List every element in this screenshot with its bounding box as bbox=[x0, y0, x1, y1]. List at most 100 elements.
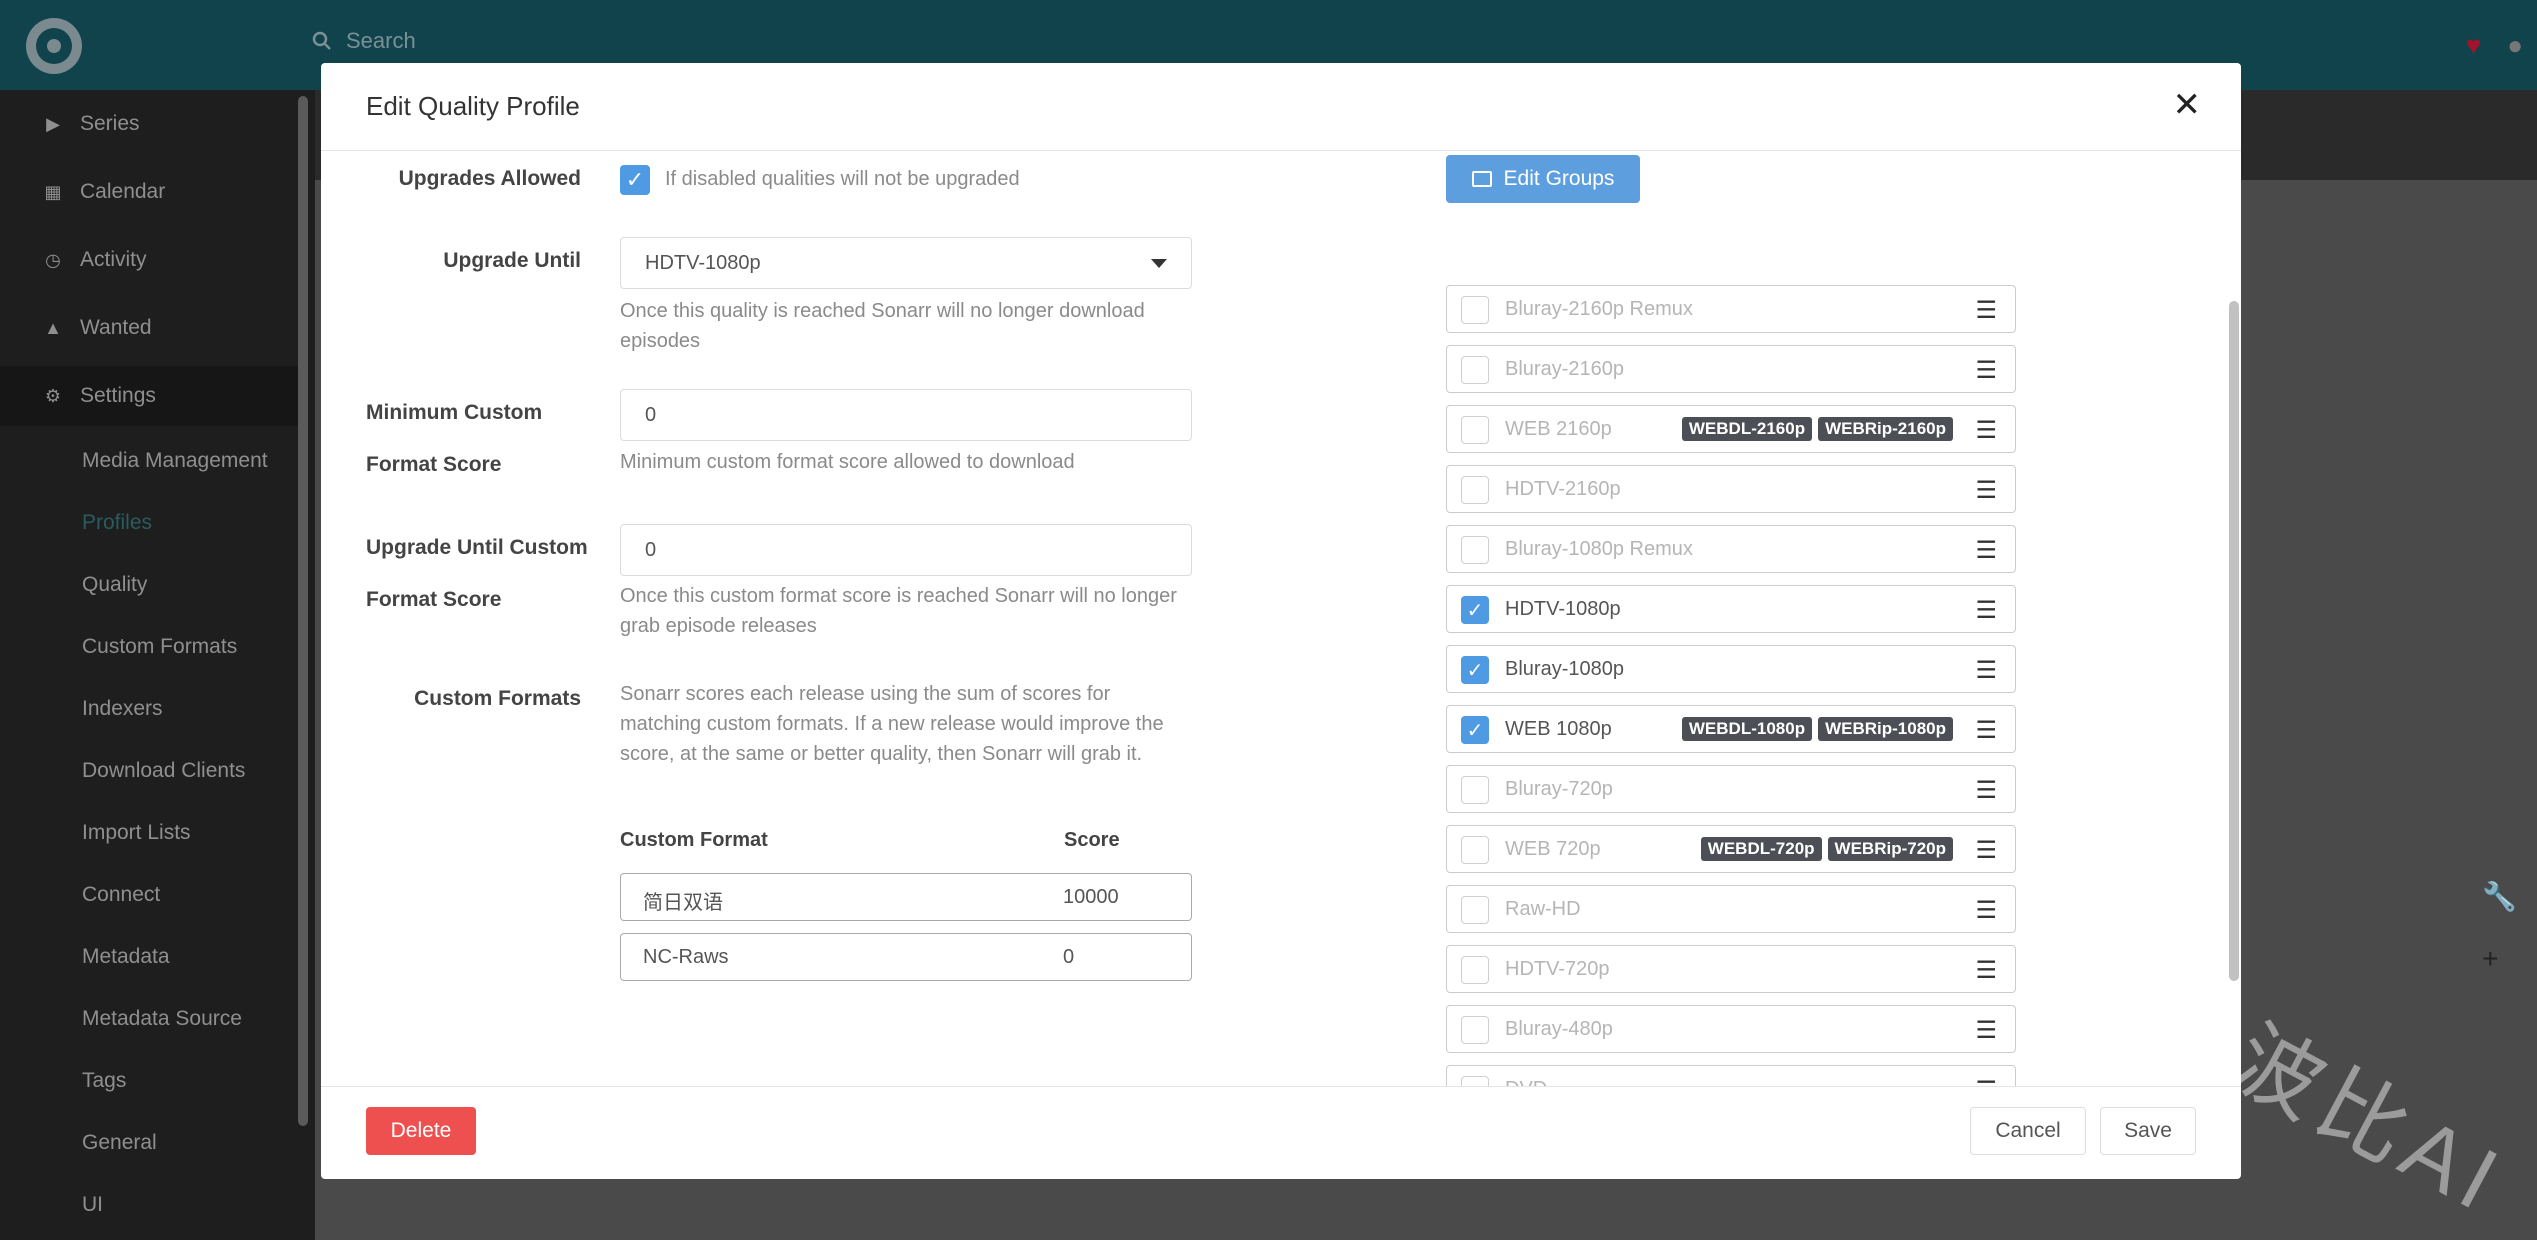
sidebar-subitem-import-lists[interactable]: Import Lists bbox=[82, 821, 191, 845]
modal-header: Edit Quality Profile ✕ bbox=[321, 63, 2241, 151]
drag-handle-icon[interactable]: ☰ bbox=[1975, 1016, 1997, 1045]
quality-checkbox[interactable] bbox=[1461, 956, 1489, 984]
sidebar-item-activity[interactable]: ◷ Activity bbox=[0, 230, 300, 290]
sidebar-subitem-quality[interactable]: Quality bbox=[82, 573, 147, 597]
quality-item[interactable]: ✓ HDTV-1080p ☰ bbox=[1446, 585, 2016, 633]
sidebar-subitem-media-management[interactable]: Media Management bbox=[82, 449, 268, 473]
sidebar-subitem-profiles[interactable]: Profiles bbox=[82, 511, 152, 535]
quality-tag: WEBRip-1080p bbox=[1818, 717, 1953, 741]
quality-checkbox[interactable] bbox=[1461, 296, 1489, 324]
sidebar-subitem-custom-formats[interactable]: Custom Formats bbox=[82, 635, 237, 659]
quality-name: Bluray-1080p bbox=[1505, 658, 1624, 680]
quality-checkbox[interactable]: ✓ bbox=[1461, 596, 1489, 624]
drag-handle-icon[interactable]: ☰ bbox=[1975, 536, 1997, 565]
sidebar-item-wanted[interactable]: ▲ Wanted bbox=[0, 298, 300, 358]
sidebar-item-label: Series bbox=[80, 112, 140, 135]
quality-item[interactable]: ✓ Bluray-1080p ☰ bbox=[1446, 645, 2016, 693]
drag-handle-icon[interactable]: ☰ bbox=[1975, 776, 1997, 805]
search-input[interactable]: Search bbox=[346, 28, 416, 54]
quality-checkbox[interactable] bbox=[1461, 1076, 1489, 1086]
sidebar-item-series[interactable]: ▶ Series bbox=[0, 94, 300, 154]
drag-handle-icon[interactable]: ☰ bbox=[1975, 596, 1997, 625]
quality-item[interactable]: Bluray-2160p Remux ☰ bbox=[1446, 285, 2016, 333]
sidebar-subitem-metadata-source[interactable]: Metadata Source bbox=[82, 1007, 242, 1031]
drag-handle-icon[interactable]: ☰ bbox=[1975, 656, 1997, 685]
edit-groups-button[interactable]: Edit Groups bbox=[1446, 155, 1640, 203]
image-icon bbox=[1471, 171, 1492, 187]
warning-icon: ▲ bbox=[44, 317, 62, 338]
sidebar-subitem-general[interactable]: General bbox=[82, 1131, 157, 1155]
quality-checkbox[interactable]: ✓ bbox=[1461, 656, 1489, 684]
drag-handle-icon[interactable]: ☰ bbox=[1975, 716, 1997, 745]
quality-item[interactable]: Bluray-480p ☰ bbox=[1446, 1005, 2016, 1053]
drag-handle-icon[interactable]: ☰ bbox=[1975, 1076, 1997, 1086]
upgrade-until-label: Upgrade Until bbox=[443, 249, 581, 272]
quality-checkbox[interactable]: ✓ bbox=[1461, 716, 1489, 744]
search-bar[interactable]: Search bbox=[312, 28, 416, 54]
quality-checkbox[interactable] bbox=[1461, 356, 1489, 384]
edit-groups-label: Edit Groups bbox=[1503, 167, 1615, 190]
quality-item[interactable]: Bluray-720p ☰ bbox=[1446, 765, 2016, 813]
close-icon[interactable]: ✕ bbox=[2173, 85, 2202, 125]
upgrade-until-select[interactable]: HDTV-1080p bbox=[620, 237, 1192, 289]
quality-item[interactable]: WEB 720p WEBDL-720p WEBRip-720p ☰ bbox=[1446, 825, 2016, 873]
save-button[interactable]: Save bbox=[2100, 1107, 2196, 1155]
upgrade-until-cf-score-input[interactable]: 0 bbox=[620, 524, 1192, 576]
quality-name: HDTV-1080p bbox=[1505, 598, 1621, 620]
quality-checkbox[interactable] bbox=[1461, 896, 1489, 924]
quality-checkbox[interactable] bbox=[1461, 536, 1489, 564]
quality-item[interactable]: ✓ WEB 1080p WEBDL-1080p WEBRip-1080p ☰ bbox=[1446, 705, 2016, 753]
drag-handle-icon[interactable]: ☰ bbox=[1975, 356, 1997, 385]
sidebar-subitem-connect[interactable]: Connect bbox=[82, 883, 160, 907]
drag-handle-icon[interactable]: ☰ bbox=[1975, 416, 1997, 445]
sidebar-subitem-tags[interactable]: Tags bbox=[82, 1069, 126, 1093]
drag-handle-icon[interactable]: ☰ bbox=[1975, 956, 1997, 985]
custom-format-row[interactable]: 简日双语 10000 bbox=[620, 873, 1192, 921]
quality-checkbox[interactable] bbox=[1461, 416, 1489, 444]
quality-name: Bluray-1080p Remux bbox=[1505, 538, 1693, 560]
sidebar-item-calendar[interactable]: ▦ Calendar bbox=[0, 162, 300, 222]
quality-item[interactable]: WEB 2160p WEBDL-2160p WEBRip-2160p ☰ bbox=[1446, 405, 2016, 453]
sidebar-item-settings[interactable]: ⚙ Settings bbox=[0, 366, 300, 426]
heart-icon[interactable]: ♥ bbox=[2466, 30, 2481, 61]
custom-format-score-input[interactable]: 10000 bbox=[1063, 886, 1119, 909]
sidebar-subitem-indexers[interactable]: Indexers bbox=[82, 697, 163, 721]
quality-item[interactable]: Bluray-2160p ☰ bbox=[1446, 345, 2016, 393]
quality-item[interactable]: Raw-HD ☰ bbox=[1446, 885, 2016, 933]
quality-checkbox[interactable] bbox=[1461, 776, 1489, 804]
user-icon[interactable]: ● bbox=[2507, 30, 2523, 61]
sidebar-subitem-metadata[interactable]: Metadata bbox=[82, 945, 170, 969]
drag-handle-icon[interactable]: ☰ bbox=[1975, 296, 1997, 325]
quality-checkbox[interactable] bbox=[1461, 476, 1489, 504]
quality-checkbox[interactable] bbox=[1461, 1016, 1489, 1044]
min-cf-score-help: Minimum custom format score allowed to d… bbox=[620, 451, 1075, 473]
quality-item[interactable]: HDTV-2160p ☰ bbox=[1446, 465, 2016, 513]
quality-item[interactable]: Bluray-1080p Remux ☰ bbox=[1446, 525, 2016, 573]
sidebar-subitem-ui[interactable]: UI bbox=[82, 1193, 103, 1217]
sidebar-scrollbar[interactable] bbox=[298, 96, 308, 1126]
plus-icon[interactable]: + bbox=[2482, 943, 2517, 975]
drag-handle-icon[interactable]: ☰ bbox=[1975, 836, 1997, 865]
custom-format-row[interactable]: NC-Raws 0 bbox=[620, 933, 1192, 981]
quality-name: Raw-HD bbox=[1505, 898, 1581, 920]
quality-item[interactable]: HDTV-720p ☰ bbox=[1446, 945, 2016, 993]
custom-format-score-input[interactable]: 0 bbox=[1063, 946, 1074, 969]
sidebar-subitem-download-clients[interactable]: Download Clients bbox=[82, 759, 245, 783]
wrench-icon[interactable]: 🔧 bbox=[2482, 880, 2517, 913]
quality-name: Bluray-2160p bbox=[1505, 358, 1624, 380]
cancel-button[interactable]: Cancel bbox=[1970, 1107, 2086, 1155]
upgrades-allowed-checkbox[interactable]: ✓ bbox=[620, 165, 650, 195]
custom-format-name: 简日双语 bbox=[643, 892, 723, 914]
quality-item[interactable]: DVD ☰ bbox=[1446, 1065, 2016, 1086]
quality-tag: WEBRip-2160p bbox=[1818, 417, 1953, 441]
drag-handle-icon[interactable]: ☰ bbox=[1975, 476, 1997, 505]
delete-button[interactable]: Delete bbox=[366, 1107, 476, 1155]
quality-checkbox[interactable] bbox=[1461, 836, 1489, 864]
drag-handle-icon[interactable]: ☰ bbox=[1975, 896, 1997, 925]
custom-format-name: NC-Raws bbox=[643, 946, 729, 968]
sonarr-logo-icon[interactable] bbox=[26, 18, 82, 74]
modal-scrollbar[interactable] bbox=[2229, 301, 2239, 981]
score-column-header: Score bbox=[1064, 829, 1120, 851]
min-cf-score-input[interactable]: 0 bbox=[620, 389, 1192, 441]
gears-icon: ⚙ bbox=[44, 385, 62, 406]
